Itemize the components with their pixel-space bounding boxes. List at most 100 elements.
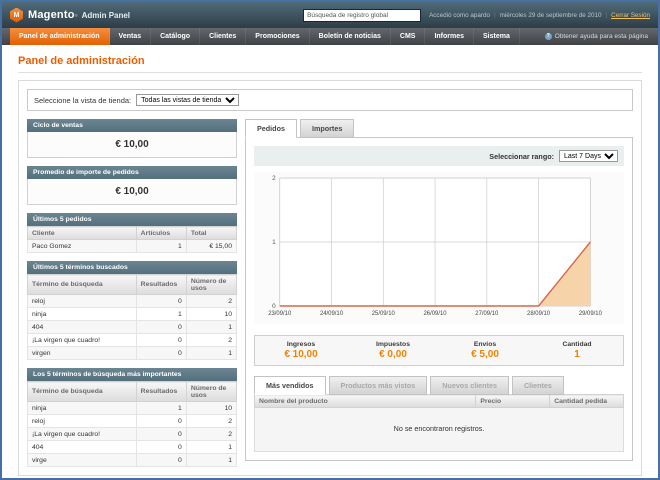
nav-item-cms[interactable]: CMS — [391, 28, 426, 45]
last-search-box: Últimos 5 términos buscados Término de b… — [27, 261, 237, 360]
top-search-title: Los 5 términos de búsqueda más important… — [27, 368, 237, 381]
main-nav: Panel de administración Ventas Catálogo … — [2, 28, 658, 45]
logo-trademark: ® — [75, 13, 78, 18]
column-header: Precio — [476, 395, 550, 408]
logout-link[interactable]: Cerrar Sesión — [611, 12, 650, 19]
svg-text:28/09/10: 28/09/10 — [527, 311, 551, 317]
tab-nuevos-clientes[interactable]: Nuevos clientes — [430, 376, 509, 395]
header-user-area: Accedió como apardo | miércoles 29 de se… — [429, 12, 650, 19]
get-help-link[interactable]: ? Obtener ayuda para esta página — [545, 28, 658, 45]
app-header: M Magento ® Admin Panel Accedió como apa… — [2, 2, 658, 28]
store-view-select[interactable]: Todas las vistas de tienda — [136, 94, 239, 106]
table-row[interactable]: ninja 1 10 — [28, 308, 237, 321]
top-search-box: Los 5 términos de búsqueda más important… — [27, 368, 237, 467]
column-header: Nombre del producto — [255, 395, 476, 408]
stat-envios: Envíos € 5,00 — [439, 341, 531, 360]
table-row[interactable]: 404 0 1 — [28, 321, 237, 334]
svg-text:2: 2 — [272, 175, 276, 182]
logged-in-as: Accedió como apardo — [429, 12, 490, 19]
nav-item-promociones[interactable]: Promociones — [246, 28, 309, 45]
store-view-label: Seleccione la vista de tienda: — [34, 96, 131, 105]
last-search-table: Término de búsqueda Resultados Número de… — [27, 274, 237, 360]
top-search-table: Término de búsqueda Resultados Número de… — [27, 381, 237, 467]
title-divider — [18, 72, 642, 73]
range-select[interactable]: Last 7 Days — [559, 150, 618, 162]
logo-text: Magento — [28, 9, 75, 21]
svg-text:24/09/10: 24/09/10 — [320, 311, 344, 317]
column-header: Cantidad pedida — [550, 395, 624, 408]
empty-table-message: No se encontraron registros. — [254, 408, 624, 452]
dashboard-main: Pedidos Importes Seleccionar rango: Last… — [245, 119, 633, 467]
svg-text:0: 0 — [272, 303, 276, 310]
lifetime-sales-title: Ciclo de ventas — [27, 119, 237, 132]
orders-amounts-tabs: Pedidos Importes — [245, 119, 633, 137]
separator: | — [606, 12, 608, 19]
column-header: Resultados — [136, 382, 186, 402]
separator: | — [494, 12, 496, 19]
last-orders-box: Últimos 5 pedidos Cliente Artículos Tota… — [27, 213, 237, 253]
tab-clientes[interactable]: Clientes — [512, 376, 564, 395]
table-row[interactable]: ¡La virgen que cuadro! 0 2 — [28, 428, 237, 441]
average-orders-box: Promedio de importe de pedidos € 10,00 — [27, 166, 237, 205]
nav-item-dashboard[interactable]: Panel de administración — [10, 28, 110, 45]
svg-text:25/09/10: 25/09/10 — [372, 311, 396, 317]
average-orders-title: Promedio de importe de pedidos — [27, 166, 237, 179]
column-header: Término de búsqueda — [28, 275, 137, 295]
dashboard-sidebar: Ciclo de ventas € 10,00 Promedio de impo… — [27, 119, 237, 467]
orders-panel: Seleccionar rango: Last 7 Days 0 1 2 23/09/… — [245, 137, 633, 461]
store-view-bar: Seleccione la vista de tienda: Todas las… — [27, 89, 633, 111]
table-row[interactable]: ¡La virgen que cuadro! 0 2 — [28, 334, 237, 347]
column-header: Cliente — [28, 227, 137, 240]
svg-text:1: 1 — [272, 239, 276, 246]
logo-subtitle: Admin Panel — [82, 11, 130, 20]
tab-pedidos[interactable]: Pedidos — [245, 119, 297, 138]
lifetime-sales-box: Ciclo de ventas € 10,00 — [27, 119, 237, 158]
svg-text:27/09/10: 27/09/10 — [475, 311, 499, 317]
nav-item-informes[interactable]: Informes — [425, 28, 474, 45]
column-header: Artículos — [136, 227, 186, 240]
help-icon: ? — [545, 33, 552, 40]
products-tabs: Más vendidos Productos más vistos Nuevos… — [254, 376, 624, 394]
svg-text:26/09/10: 26/09/10 — [424, 311, 448, 317]
nav-item-ventas[interactable]: Ventas — [110, 28, 152, 45]
global-search-input[interactable] — [303, 9, 421, 22]
nav-item-catalogo[interactable]: Catálogo — [151, 28, 200, 45]
table-row[interactable]: ninja 1 10 — [28, 402, 237, 415]
table-row[interactable]: reloj 0 2 — [28, 295, 237, 308]
svg-text:23/09/10: 23/09/10 — [268, 311, 292, 317]
column-header: Resultados — [136, 275, 186, 295]
table-row[interactable]: reloj 0 2 — [28, 415, 237, 428]
range-label: Seleccionar rango: — [489, 152, 554, 161]
tab-productos-mas-vistos[interactable]: Productos más vistos — [329, 376, 428, 395]
page-title: Panel de administración — [18, 55, 642, 67]
magento-logo-icon: M — [10, 8, 23, 23]
stat-impuestos: Impuestos € 0,00 — [347, 341, 439, 360]
average-orders-value: € 10,00 — [27, 179, 237, 205]
last-orders-table: Cliente Artículos Total Paco Gomez 1 € 1… — [27, 226, 237, 253]
column-header: Total — [186, 227, 236, 240]
nav-item-boletin[interactable]: Boletín de noticias — [310, 28, 391, 45]
content-area: Panel de administración Seleccione la vi… — [2, 45, 658, 476]
column-header: Número de usos — [186, 382, 236, 402]
nav-item-sistema[interactable]: Sistema — [474, 28, 520, 45]
last-orders-title: Últimos 5 pedidos — [27, 213, 237, 226]
table-row[interactable]: virge 0 1 — [28, 454, 237, 467]
stat-ingresos: Ingresos € 10,00 — [255, 341, 347, 360]
range-bar: Seleccionar rango: Last 7 Days — [254, 146, 624, 166]
dashboard-container: Seleccione la vista de tienda: Todas las… — [18, 80, 642, 476]
tab-importes[interactable]: Importes — [300, 119, 354, 138]
table-row[interactable]: Paco Gomez 1 € 15,00 — [28, 240, 237, 253]
last-search-title: Últimos 5 términos buscados — [27, 261, 237, 274]
table-row[interactable]: virgen 0 1 — [28, 347, 237, 360]
products-table: Nombre del producto Precio Cantidad pedi… — [254, 394, 624, 408]
column-header: Término de búsqueda — [28, 382, 137, 402]
column-header: Número de usos — [186, 275, 236, 295]
stat-cantidad: Cantidad 1 — [531, 341, 623, 360]
orders-chart: 0 1 2 23/09/10 24/09/10 25/09/10 26/09/10 27/09… — [254, 172, 624, 329]
table-row[interactable]: 404 0 1 — [28, 441, 237, 454]
current-date: miércoles 29 de septiembre de 2010 — [500, 12, 602, 19]
tab-mas-vendidos[interactable]: Más vendidos — [254, 376, 326, 395]
lifetime-sales-value: € 10,00 — [27, 132, 237, 158]
nav-item-clientes[interactable]: Clientes — [200, 28, 246, 45]
magento-admin-page: { "header": { "logo_text": "Magento", "l… — [0, 0, 660, 480]
